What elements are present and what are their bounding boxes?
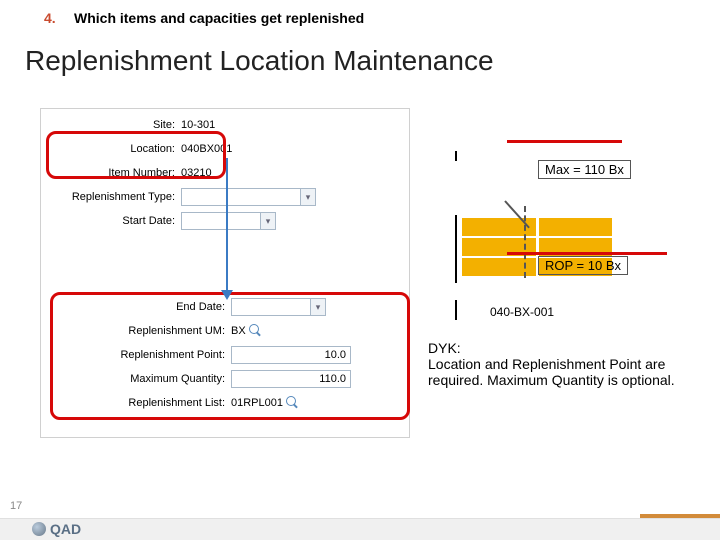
- chevron-down-icon[interactable]: ▾: [261, 212, 276, 230]
- item-value: 03210: [181, 167, 212, 179]
- box-icon: [539, 218, 613, 236]
- search-icon[interactable]: [249, 324, 263, 338]
- arrow-down-icon: [221, 290, 233, 300]
- qad-logo: QAD: [32, 521, 81, 537]
- field-repl-um: Replenishment UM: BX: [41, 319, 409, 343]
- repl-type-label: Replenishment Type:: [41, 191, 181, 203]
- location-value: 040BX001: [181, 143, 232, 155]
- form-panel: Site: 10-301 Location: 040BX001 Item Num…: [40, 108, 410, 438]
- logo-disc-icon: [32, 522, 46, 536]
- field-max-qty: Maximum Quantity: 110.0: [41, 367, 409, 391]
- chevron-down-icon[interactable]: ▾: [311, 298, 326, 316]
- footer-bar: QAD: [0, 518, 720, 540]
- field-start-date: Start Date: ▾: [41, 209, 409, 233]
- dyk-title: DYK:: [428, 340, 688, 356]
- end-date-label: End Date:: [41, 301, 231, 313]
- dyk-body: Location and Replenishment Point are req…: [428, 356, 688, 388]
- chevron-down-icon[interactable]: ▾: [301, 188, 316, 206]
- max-qty-label: Maximum Quantity:: [41, 373, 231, 385]
- repl-list-label: Replenishment List:: [41, 397, 231, 409]
- logo-text: QAD: [50, 521, 81, 537]
- item-label: Item Number:: [41, 167, 181, 179]
- main-title: Replenishment Location Maintenance: [25, 45, 494, 77]
- site-value: 10-301: [181, 119, 215, 131]
- page-number: 17: [10, 500, 22, 512]
- field-repl-list: Replenishment List: 01RPL001: [41, 391, 409, 415]
- location-label: Location:: [41, 143, 181, 155]
- field-site: Site: 10-301: [41, 113, 409, 137]
- gauge-tick: [455, 215, 457, 283]
- slide: 4. Which items and capacities get replen…: [0, 0, 720, 540]
- dyk-note: DYK: Location and Replenishment Point ar…: [428, 340, 688, 388]
- field-item-number: Item Number: 03210: [41, 161, 409, 185]
- arrow-line: [226, 158, 228, 293]
- search-icon[interactable]: [286, 396, 300, 410]
- start-date-input[interactable]: [181, 212, 261, 230]
- location-tag: 040-BX-001: [490, 305, 554, 319]
- rop-indicator-line: [507, 252, 667, 255]
- field-repl-point: Replenishment Point: 10.0: [41, 343, 409, 367]
- repl-point-label: Replenishment Point:: [41, 349, 231, 361]
- gauge-tick: [455, 151, 457, 161]
- field-location: Location: 040BX001: [41, 137, 409, 161]
- dashed-divider: [524, 206, 526, 278]
- repl-list-value: 01RPL001: [231, 397, 283, 409]
- list-number: 4.: [44, 10, 56, 26]
- shelf-row: [462, 218, 612, 236]
- repl-point-input[interactable]: 10.0: [231, 346, 351, 364]
- topic-title: Which items and capacities get replenish…: [74, 10, 364, 26]
- gauge-tick: [455, 300, 457, 320]
- max-indicator-line: [507, 140, 622, 143]
- rop-label: ROP = 10 Bx: [538, 256, 628, 275]
- repl-um-value: BX: [231, 325, 246, 337]
- site-label: Site:: [41, 119, 181, 131]
- max-label: Max = 110 Bx: [538, 160, 631, 179]
- max-qty-input[interactable]: 110.0: [231, 370, 351, 388]
- repl-um-label: Replenishment UM:: [41, 325, 231, 337]
- end-date-input[interactable]: [231, 298, 311, 316]
- field-repl-type: Replenishment Type: ▾: [41, 185, 409, 209]
- start-date-label: Start Date:: [41, 215, 181, 227]
- repl-type-input[interactable]: [181, 188, 301, 206]
